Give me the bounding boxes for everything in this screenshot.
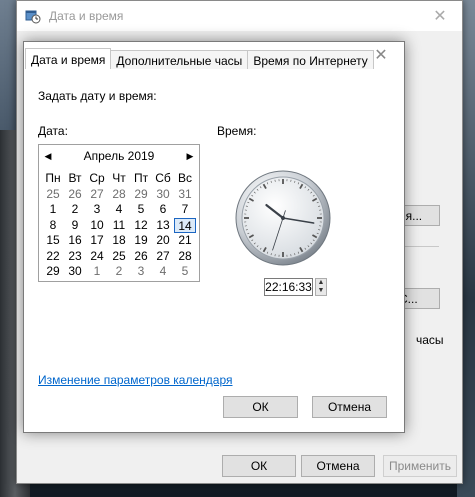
calendar-day[interactable]: 8 xyxy=(42,218,64,234)
calendar-week-row: 22 23 24 25 26 27 28 xyxy=(42,249,196,265)
calendar-day[interactable]: 22 xyxy=(42,249,64,265)
calendar-header: ◀ Апрель 2019 ▶ xyxy=(39,145,199,167)
calendar-day[interactable]: 25 xyxy=(42,187,64,203)
calendar-day[interactable]: 30 xyxy=(64,264,86,280)
calendar-day[interactable]: 2 xyxy=(64,202,86,218)
calendar-week-row: 1234567 xyxy=(42,202,196,218)
calendar-day[interactable]: 1 xyxy=(42,202,64,218)
calendar-grid: Пн Вт Ср Чт Пт Сб Вс 25 26 27 28 29 30 31 1 2 3 4 5 6 7 8 9 10 1… xyxy=(42,171,196,280)
calendar-day[interactable]: 26 xyxy=(64,187,86,203)
outer-window-title: Дата и время xyxy=(49,9,124,23)
calendar-day[interactable]: 4 xyxy=(152,264,174,280)
dialog-body: Задать дату и время: Дата: Время: ◀ Апре… xyxy=(24,69,404,432)
change-calendar-settings-link[interactable]: Изменение параметров календаря xyxy=(38,373,233,387)
calendar-weekday: Сб xyxy=(155,171,171,185)
dialog-ok-button[interactable]: ОК xyxy=(223,396,298,418)
calendar-day[interactable]: 28 xyxy=(108,187,130,203)
spin-up-icon[interactable]: ▲ xyxy=(316,279,326,287)
calendar-day[interactable]: 29 xyxy=(42,264,64,280)
dialog-tabs: Дата и время Дополнительные часы Время п… xyxy=(25,48,374,70)
calendar-day[interactable]: 5 xyxy=(174,264,196,280)
calendar-day[interactable]: 31 xyxy=(174,187,196,203)
calendar-day[interactable]: 16 xyxy=(64,233,86,249)
calendar-weekday-row: Пн Вт Ср Чт Пт Сб Вс xyxy=(42,171,196,187)
calendar-week-row: 25 26 27 28 29 30 31 xyxy=(42,187,196,203)
calendar-day[interactable]: 7 xyxy=(174,202,196,218)
dialog-close-button[interactable]: ✕ xyxy=(366,44,396,66)
datetime-dialog: Дата и время Дополнительные часы Время п… xyxy=(23,41,405,433)
calendar-day[interactable]: 23 xyxy=(64,249,86,265)
calendar-weekday: Чт xyxy=(112,171,126,185)
calendar-day[interactable]: 2 xyxy=(108,264,130,280)
time-input[interactable]: 22:16:33 xyxy=(264,278,313,296)
date-label: Дата: xyxy=(38,124,68,138)
tab-internet-time[interactable]: Время по Интернету xyxy=(247,50,374,70)
calendar-day[interactable]: 12 xyxy=(130,218,152,234)
calendar-day[interactable]: 25 xyxy=(108,249,130,265)
calendar-day[interactable]: 19 xyxy=(130,233,152,249)
calendar-weekday: Ср xyxy=(89,171,105,185)
calendar-day[interactable]: 14 xyxy=(174,217,196,233)
calendar-day[interactable]: 21 xyxy=(174,233,196,249)
outer-titlebar: Дата и время ✕ xyxy=(17,1,462,31)
calendar-day[interactable]: 20 xyxy=(152,233,174,249)
calendar-day[interactable]: 3 xyxy=(130,264,152,280)
calendar-day[interactable]: 4 xyxy=(108,202,130,218)
dialog-titlebar: Дата и время Дополнительные часы Время п… xyxy=(24,42,404,70)
calendar-day[interactable]: 24 xyxy=(86,249,108,265)
outer-ok-button[interactable]: ОК xyxy=(222,455,296,477)
time-spinner[interactable]: ▲ ▼ xyxy=(315,278,327,296)
tab-date-time[interactable]: Дата и время xyxy=(25,48,112,70)
calendar-week-row: 29 30 1 2 3 4 5 xyxy=(42,264,196,280)
calendar-day[interactable]: 13 xyxy=(152,218,174,234)
calendar: ◀ Апрель 2019 ▶ Пн Вт Ср Чт Пт Сб Вс 25 26 27 28 29… xyxy=(38,144,200,282)
outer-cancel-button[interactable]: Отмена xyxy=(301,455,375,477)
next-month-icon[interactable]: ▶ xyxy=(181,151,199,162)
calendar-day[interactable]: 9 xyxy=(64,218,86,234)
clock-center xyxy=(281,216,285,220)
outer-apply-button[interactable]: Применить xyxy=(383,455,457,477)
calendar-weekday: Пн xyxy=(45,171,61,185)
calendar-day[interactable]: 18 xyxy=(108,233,130,249)
outer-clock-text: часы xyxy=(416,333,444,347)
calendar-day[interactable]: 6 xyxy=(152,202,174,218)
outer-close-button[interactable]: ✕ xyxy=(418,1,462,31)
dialog-heading: Задать дату и время: xyxy=(38,89,157,103)
calendar-day[interactable]: 1 xyxy=(86,264,108,280)
calendar-weekday: Пт xyxy=(133,171,149,185)
calendar-day[interactable]: 5 xyxy=(130,202,152,218)
calendar-day[interactable]: 27 xyxy=(86,187,108,203)
calendar-day[interactable]: 15 xyxy=(42,233,64,249)
tab-additional-clocks[interactable]: Дополнительные часы xyxy=(110,50,249,70)
time-label: Время: xyxy=(217,124,257,138)
analog-clock-face xyxy=(235,170,331,266)
calendar-month-label[interactable]: Апрель 2019 xyxy=(84,149,155,163)
calendar-day[interactable]: 29 xyxy=(130,187,152,203)
calendar-week-row: 8 9 10 11 12 13 14 xyxy=(42,217,196,234)
calendar-weekday: Вт xyxy=(68,171,82,185)
calendar-day[interactable]: 10 xyxy=(86,218,108,234)
calendar-day[interactable]: 26 xyxy=(130,249,152,265)
calendar-day[interactable]: 30 xyxy=(152,187,174,203)
prev-month-icon[interactable]: ◀ xyxy=(39,151,57,162)
calendar-weekday: Вс xyxy=(177,171,192,185)
calendar-day[interactable]: 3 xyxy=(86,202,108,218)
calendar-day[interactable]: 11 xyxy=(108,218,130,234)
spin-down-icon[interactable]: ▼ xyxy=(316,287,326,295)
analog-clock xyxy=(234,169,332,267)
clock-calendar-icon xyxy=(25,8,41,24)
calendar-week-row: 15 16 17 18 19 20 21 xyxy=(42,233,196,249)
dialog-cancel-button[interactable]: Отмена xyxy=(312,396,387,418)
calendar-day[interactable]: 27 xyxy=(152,249,174,265)
calendar-day[interactable]: 28 xyxy=(174,249,196,265)
calendar-day[interactable]: 17 xyxy=(86,233,108,249)
